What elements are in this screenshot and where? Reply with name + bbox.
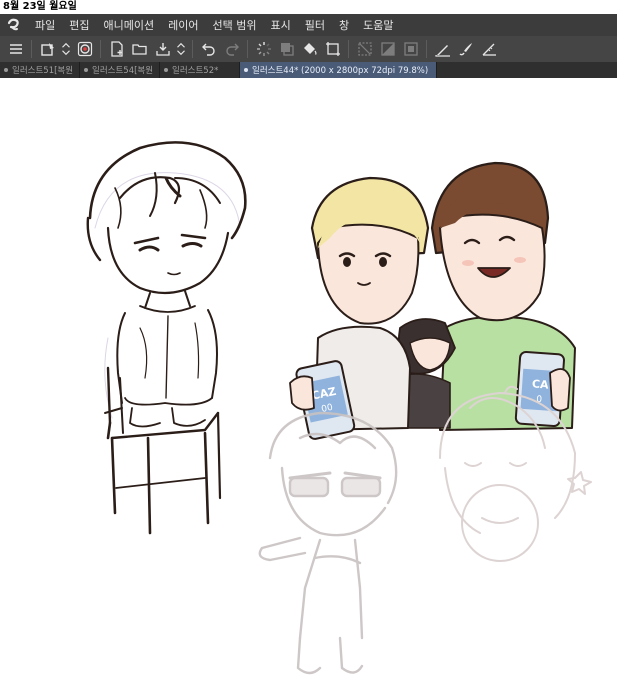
- copy-layer-icon[interactable]: [275, 38, 298, 60]
- menu-icon[interactable]: [4, 38, 27, 60]
- tab-label: 일러스트51[복원: [12, 66, 74, 76]
- fill-icon[interactable]: [298, 38, 321, 60]
- status-date: 8월 23일 월요일: [3, 1, 77, 12]
- color-wheel-icon[interactable]: [73, 38, 96, 60]
- menu-layer[interactable]: 레이어: [161, 17, 205, 33]
- menu-selection[interactable]: 선택 범위: [205, 17, 263, 33]
- stepper-icon[interactable]: [59, 38, 73, 60]
- tab-document-51[interactable]: 일러스트51[복원: [0, 62, 80, 78]
- layer-property-icon[interactable]: [36, 38, 59, 60]
- menu-help[interactable]: 도움말: [356, 17, 400, 33]
- save-icon[interactable]: [151, 38, 174, 60]
- pen-icon[interactable]: [431, 38, 454, 60]
- faint-sketch-sunglasses-boy: [258, 411, 398, 675]
- menu-file[interactable]: 파일: [28, 17, 62, 33]
- can-label-text: CA: [532, 377, 550, 391]
- tab-document-54[interactable]: 일러스트54[복원: [80, 62, 160, 78]
- tab-label: 일러스트54[복원: [92, 66, 154, 76]
- toolbar-divider: [192, 40, 193, 58]
- tab-document-52[interactable]: 일러스트52*: [160, 62, 240, 78]
- open-folder-icon[interactable]: [128, 38, 151, 60]
- menu-filter[interactable]: 필터: [298, 17, 332, 33]
- select-all-icon[interactable]: [399, 38, 422, 60]
- tab-document-44[interactable]: 일러스트44* (2000 x 2800px 72dpi 79.8%): [240, 62, 438, 78]
- tab-dot-icon: [164, 68, 168, 72]
- menu-view[interactable]: 표시: [263, 17, 297, 33]
- tab-dot-icon: [4, 68, 8, 72]
- tab-label: 일러스트44* (2000 x 2800px 72dpi 79.8%): [252, 66, 429, 76]
- document-tab-bar: 일러스트51[복원 일러스트54[복원 일러스트52* 일러스트44* (200…: [0, 62, 617, 78]
- tab-dot-icon: [244, 68, 248, 72]
- menu-animation[interactable]: 애니메이션: [97, 17, 162, 33]
- ruler-icon[interactable]: [477, 38, 500, 60]
- tab-label: 일러스트52*: [172, 66, 219, 76]
- fill-selection-icon[interactable]: [376, 38, 399, 60]
- toolbar-divider: [31, 40, 32, 58]
- toolbar-divider: [348, 40, 349, 58]
- sketch-boy-on-chair: [86, 141, 247, 535]
- clear-icon[interactable]: [353, 38, 376, 60]
- redo-icon[interactable]: [220, 38, 243, 60]
- transform-icon[interactable]: [321, 38, 344, 60]
- drawing-canvas[interactable]: CAZ 00 CA 0: [0, 78, 617, 680]
- tab-bar-empty: [437, 62, 617, 78]
- undo-icon[interactable]: [197, 38, 220, 60]
- status-bar: 8월 23일 월요일: [0, 0, 617, 14]
- command-toolbar: [0, 36, 617, 62]
- brush-icon[interactable]: [454, 38, 477, 60]
- canvas-artwork: CAZ 00 CA 0: [86, 141, 592, 675]
- toolbar-divider: [100, 40, 101, 58]
- toolbar-divider: [426, 40, 427, 58]
- loading-spinner-icon[interactable]: [252, 38, 275, 60]
- menu-window[interactable]: 창: [332, 17, 356, 33]
- app-logo-icon[interactable]: [0, 14, 28, 36]
- menu-bar: 파일 편집 애니메이션 레이어 선택 범위 표시 필터 창 도움말: [0, 14, 617, 36]
- menu-edit[interactable]: 편집: [62, 17, 96, 33]
- stepper-icon[interactable]: [174, 38, 188, 60]
- colored-trio-illustration: CAZ 00 CA 0: [289, 161, 576, 440]
- tab-dot-icon: [84, 68, 88, 72]
- new-canvas-icon[interactable]: [105, 38, 128, 60]
- toolbar-divider: [247, 40, 248, 58]
